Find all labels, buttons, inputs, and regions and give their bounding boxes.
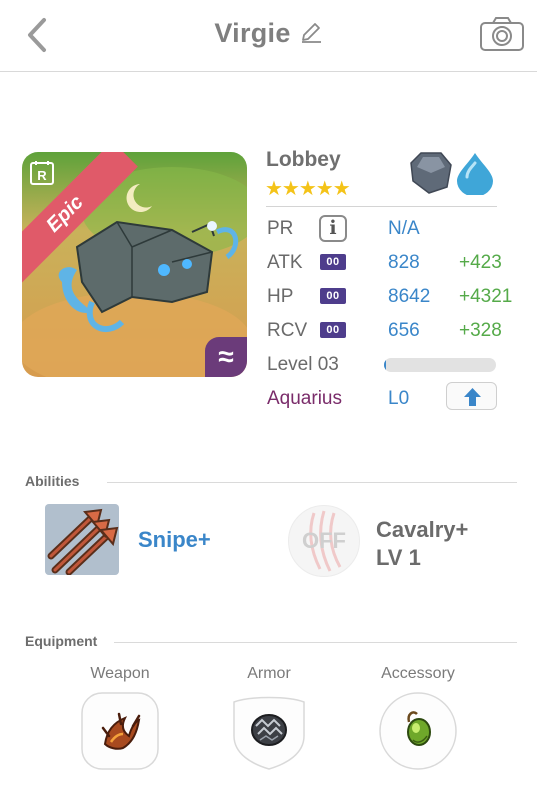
atk-bonus: +423: [459, 252, 502, 273]
stats-divider: [266, 206, 497, 207]
armor-slot[interactable]: [230, 692, 308, 770]
rcv-value: 656: [388, 320, 420, 341]
element-icons: [409, 151, 497, 197]
svg-text:R: R: [37, 168, 47, 183]
water-element-icon: [457, 153, 493, 197]
rcv-bonus: +328: [459, 320, 502, 341]
page-title: Virgie: [214, 18, 291, 48]
weapon-slot[interactable]: [81, 692, 159, 770]
camera-icon: [480, 17, 524, 51]
stone-element-icon: [410, 152, 452, 194]
rcv-label: RCV: [267, 320, 308, 341]
rcv-plus-badge: 00: [320, 322, 346, 338]
pencil-edit-icon[interactable]: [299, 20, 323, 44]
atk-label: ATK: [267, 252, 303, 273]
hp-value: 8642: [388, 286, 431, 307]
accessory-slot[interactable]: [379, 692, 457, 770]
cavalry-ability-title: Cavalry+: [376, 517, 469, 542]
snipe-ability-button[interactable]: [45, 504, 119, 575]
atk-plus-badge: 00: [320, 254, 346, 270]
equipment-section-title: Equipment: [25, 633, 98, 649]
hp-label: HP: [267, 286, 294, 307]
pr-label: PR: [267, 218, 294, 239]
cavalry-ability-level: LV 1: [376, 545, 421, 570]
zodiac-level: L0: [388, 388, 410, 409]
equipment-divider: [114, 642, 517, 643]
hp-plus-badge: 00: [320, 288, 346, 304]
hp-bonus: +4321: [459, 286, 513, 307]
atk-value: 828: [388, 252, 420, 273]
rarity-r-icon: R: [29, 160, 55, 186]
zodiac-label: Aquarius: [267, 388, 342, 409]
level-progress-bar: [384, 358, 496, 372]
accessory-label: Accessory: [381, 665, 455, 682]
ability-off-status: OFF: [302, 528, 346, 553]
weapon-label: Weapon: [90, 665, 150, 682]
cavalry-ability-name: Cavalry+ LV 1: [376, 516, 468, 572]
cavalry-ability-button[interactable]: OFF: [288, 505, 360, 577]
snipe-ability-name: Snipe+: [138, 527, 211, 552]
top-bar: Virgie: [0, 0, 537, 72]
arrow-up-icon: [464, 388, 481, 406]
water-element-badge: ≈: [205, 337, 247, 377]
level-label: Level 03: [267, 354, 339, 375]
creature-name: Lobbey: [266, 148, 341, 171]
camera-button[interactable]: [479, 15, 525, 53]
snipe-arrows-icon: [45, 504, 119, 575]
level-progress-fill: [384, 358, 387, 372]
abilities-divider: [107, 482, 517, 483]
info-button[interactable]: i: [319, 215, 347, 242]
scale-armor-icon: [251, 714, 287, 746]
pr-value: N/A: [388, 218, 420, 239]
creature-card[interactable]: Epic R ≈: [22, 152, 247, 377]
armor-label: Armor: [247, 665, 291, 682]
zodiac-upgrade-button[interactable]: [446, 382, 497, 410]
star-rating: ★★★★★: [265, 178, 351, 200]
abilities-section-title: Abilities: [25, 473, 80, 489]
